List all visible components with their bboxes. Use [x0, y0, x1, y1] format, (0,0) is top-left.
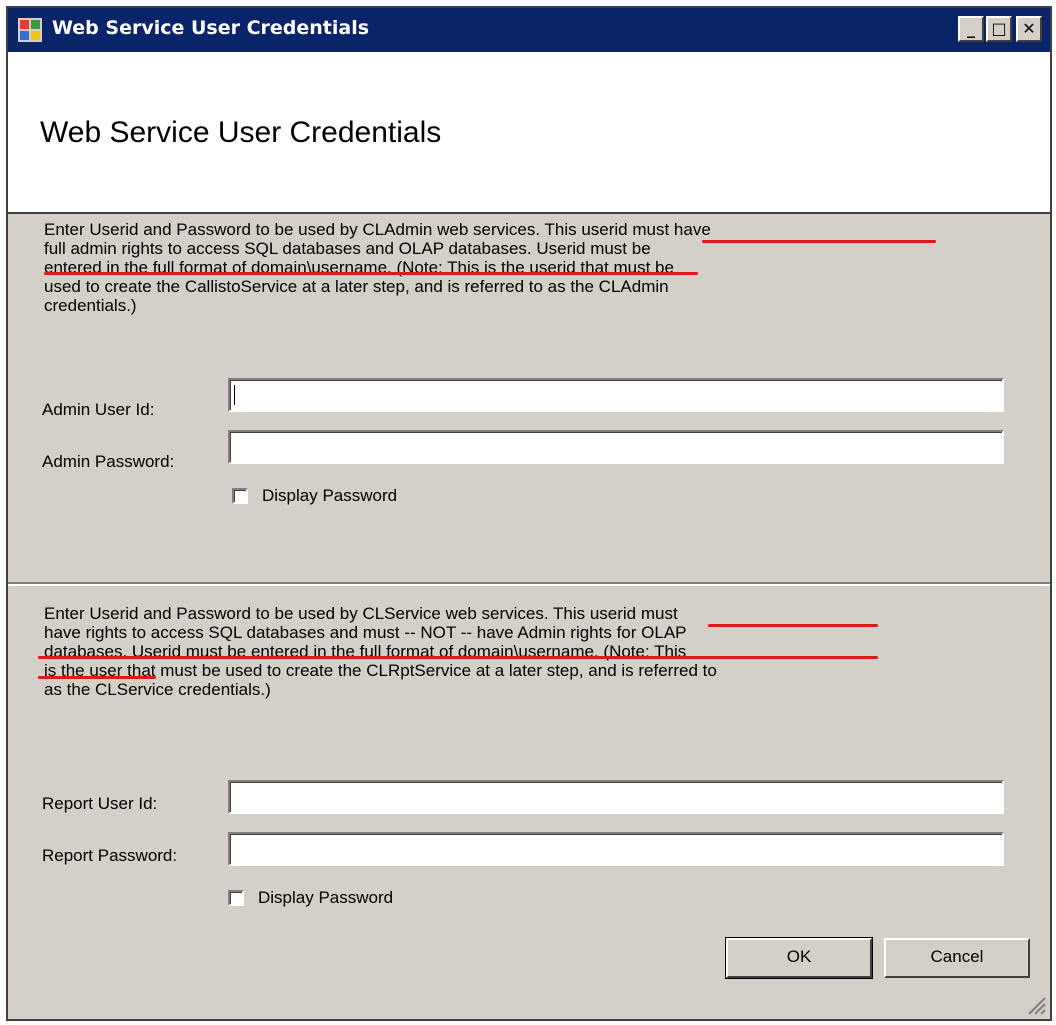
annotation-underline	[44, 272, 698, 275]
annotation-underline	[702, 240, 936, 243]
admin-display-password-label[interactable]: Display Password	[262, 486, 397, 506]
app-icon	[18, 18, 42, 42]
header-title: Web Service User Credentials	[40, 116, 442, 149]
ok-button[interactable]: OK	[725, 937, 873, 979]
annotation-underline	[708, 624, 878, 627]
report-display-password-checkbox[interactable]	[228, 890, 244, 906]
dialog-window: Web Service User Credentials _ □ ✕ Web S…	[6, 6, 1052, 1021]
report-user-label: Report User Id:	[42, 794, 158, 813]
title-bar[interactable]: Web Service User Credentials _ □ ✕	[8, 8, 1050, 52]
minimize-button[interactable]: _	[958, 16, 984, 42]
resize-grip-icon[interactable]	[1024, 993, 1046, 1015]
admin-password-input[interactable]	[228, 430, 1004, 464]
annotation-underline	[38, 656, 878, 659]
admin-user-input[interactable]	[228, 378, 1004, 412]
admin-display-password-checkbox[interactable]	[232, 488, 248, 504]
admin-desc-line-4: used to create the CallistoService at a …	[44, 277, 669, 296]
window-title: Web Service User Credentials	[52, 17, 370, 39]
annotation-underline	[38, 676, 156, 679]
header-panel: Web Service User Credentials	[8, 52, 1050, 214]
report-user-input[interactable]	[228, 780, 1004, 814]
text-caret	[234, 385, 235, 405]
minimize-icon: _	[967, 19, 975, 38]
cancel-button[interactable]: Cancel	[884, 938, 1030, 978]
close-button[interactable]: ✕	[1016, 16, 1042, 42]
report-password-input[interactable]	[228, 832, 1004, 866]
report-description: Enter Userid and Password to be used by …	[44, 604, 717, 699]
report-desc-line-1: Enter Userid and Password to be used by …	[44, 604, 678, 623]
close-icon: ✕	[1022, 19, 1036, 38]
report-desc-line-2: have rights to access SQL databases and …	[44, 623, 687, 642]
report-desc-line-5: as the CLService credentials.)	[44, 680, 271, 699]
admin-desc-line-1: Enter Userid and Password to be used by …	[44, 220, 711, 239]
maximize-button[interactable]: □	[986, 16, 1012, 42]
report-display-password-label[interactable]: Display Password	[258, 888, 393, 908]
section-separator	[8, 582, 1050, 586]
admin-password-label: Admin Password:	[42, 452, 175, 471]
admin-description: Enter Userid and Password to be used by …	[44, 220, 711, 315]
admin-user-label: Admin User Id:	[42, 400, 155, 419]
report-password-label: Report Password:	[42, 846, 178, 865]
admin-desc-line-5: credentials.)	[44, 296, 137, 315]
admin-desc-line-2: full admin rights to access SQL database…	[44, 239, 651, 258]
maximize-icon: □	[991, 19, 1007, 38]
